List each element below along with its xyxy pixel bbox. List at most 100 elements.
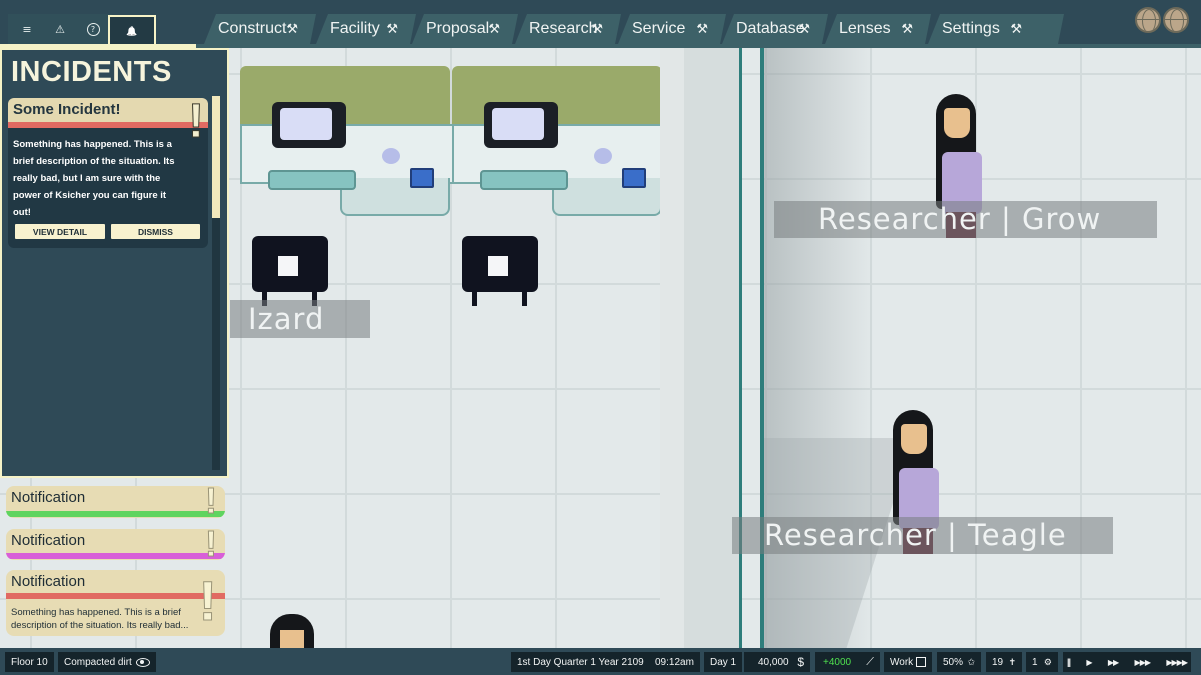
menu-proposal[interactable]: Proposal ⚒	[412, 14, 518, 44]
eye-icon	[135, 657, 150, 667]
notification-label: Notification	[11, 532, 86, 549]
monitor-icon	[484, 102, 558, 148]
menu-facility[interactable]: Facility ⚒	[316, 14, 416, 44]
menu-database[interactable]: Database ⚒	[722, 14, 828, 44]
hammer-wrench-icon: ⚒	[488, 21, 500, 36]
sprite-face	[280, 630, 304, 648]
exclamation-icon: !	[205, 529, 218, 560]
alert-count-value: 1	[1032, 656, 1038, 668]
person-icon: ✝	[1008, 656, 1016, 667]
top-menu-bar: ≡ ⚠ ? 🔔 Construct ⚒ Facility ⚒ Proposal ⚒ R…	[0, 0, 1201, 48]
incident-title: Some Incident!	[13, 101, 121, 118]
menu-label: Lenses	[839, 20, 891, 37]
income-display: +4000 ⟋	[815, 652, 880, 672]
sprite-face	[944, 108, 970, 138]
warning-icon: ⚠	[55, 22, 65, 36]
star-icon: ✩	[967, 656, 975, 667]
pause-icon[interactable]: ||	[1067, 657, 1071, 667]
incident-description: Something has happened. This is a brief …	[13, 139, 175, 218]
hammer-wrench-icon: ⚒	[591, 21, 603, 36]
faster-forward-icon[interactable]: ▶▶▶	[1135, 658, 1152, 667]
hammer-wrench-icon: ⚒	[798, 21, 810, 36]
research-desk[interactable]	[240, 66, 454, 216]
name-tag-researcher-grow: Researcher | Grow	[774, 201, 1157, 238]
notification-description: Something has happened. This is a brief …	[11, 607, 189, 631]
menu-settings[interactable]: Settings ⚒	[928, 14, 1064, 44]
list-icon: ≡	[22, 22, 32, 36]
exclamation-icon: !	[205, 486, 218, 518]
dollar-icon: $	[797, 655, 804, 669]
bell-icon: 🔔	[126, 27, 138, 37]
mode-label: Work	[890, 656, 914, 668]
percent-value: 50%	[943, 656, 964, 668]
menu-label: Settings	[942, 20, 1000, 37]
corridor	[684, 48, 742, 648]
keyboard-icon	[268, 170, 356, 190]
tab-connector	[0, 44, 196, 50]
speed-controls: || ▶ ▶▶ ▶▶▶ ▶▶▶▶	[1063, 652, 1191, 672]
keyboard-icon	[480, 170, 568, 190]
gear-icon: ⚙	[1043, 656, 1052, 667]
staff-count-value: 19	[992, 656, 1004, 668]
help-tab[interactable]: ?	[74, 14, 112, 44]
menu-construct[interactable]: Construct ⚒	[204, 14, 316, 44]
notification-card[interactable]: Notification !	[6, 529, 225, 560]
menu-research[interactable]: Research ⚒	[515, 14, 621, 44]
globe-icon	[1135, 7, 1161, 33]
office-chair[interactable]	[252, 236, 328, 306]
play-icon[interactable]: ▶	[1086, 658, 1092, 667]
exclamation-icon: !	[188, 98, 205, 148]
chair-leg	[472, 292, 477, 306]
incident-card[interactable]: Some Incident! ! Something has happened.…	[8, 98, 208, 248]
mode-display[interactable]: Work	[884, 652, 932, 672]
incident-severity-bar	[8, 122, 208, 128]
percent-display: 50% ✩	[937, 652, 981, 672]
office-chair[interactable]	[462, 236, 538, 306]
game-logo[interactable]	[1135, 4, 1189, 40]
menu-label: Construct	[218, 20, 287, 37]
menu-service[interactable]: Service ⚒	[618, 14, 726, 44]
sprite-face	[901, 424, 927, 454]
dismiss-button[interactable]: DISMISS	[111, 224, 200, 239]
view-detail-button[interactable]: VIEW DETAIL	[15, 224, 105, 239]
terrain-indicator[interactable]: Compacted dirt	[58, 652, 156, 672]
money-value: 40,000	[758, 656, 789, 668]
bottom-status-bar: Floor 10 Compacted dirt 1st Day Quarter …	[0, 648, 1201, 675]
calendar-icon	[916, 657, 926, 667]
notification-card[interactable]: Notification ! Something has happened. T…	[6, 570, 225, 636]
mug-icon	[594, 148, 612, 164]
day-display: Day 1	[704, 652, 743, 672]
date-display: 1st Day Quarter 1 Year 2109	[511, 652, 650, 672]
trend-up-icon: ⟋	[866, 655, 874, 668]
mug-icon	[382, 148, 400, 164]
notification-color-bar	[6, 593, 225, 599]
notification-label: Notification	[11, 573, 86, 590]
fast-forward-icon[interactable]: ▶▶	[1108, 658, 1119, 667]
menu-label: Research	[529, 20, 598, 37]
scrollbar-thumb[interactable]	[212, 96, 220, 218]
device-icon	[410, 168, 434, 188]
menu-label: Facility	[330, 20, 380, 37]
hammer-wrench-icon: ⚒	[386, 21, 398, 36]
notification-label: Notification	[11, 489, 86, 506]
incidents-title: INCIDENTS	[11, 56, 172, 88]
menu-lenses[interactable]: Lenses ⚒	[825, 14, 931, 44]
floor-indicator[interactable]: Floor 10	[5, 652, 54, 672]
research-desk[interactable]	[452, 66, 666, 216]
chair-leg	[522, 292, 527, 306]
chair-seat	[278, 256, 298, 276]
hammer-wrench-icon: ⚒	[696, 21, 708, 36]
incidents-tab[interactable]: 🔔	[108, 15, 156, 47]
wall-column	[660, 48, 684, 648]
chair-seat	[488, 256, 508, 276]
money-display: 40,000 $	[744, 652, 810, 672]
menu-label: Proposal	[426, 20, 490, 37]
terrain-label: Compacted dirt	[64, 656, 132, 668]
menu-label: Database	[736, 20, 805, 37]
hammer-wrench-icon: ⚒	[1010, 21, 1022, 36]
incidents-scrollbar[interactable]	[212, 96, 220, 470]
fastest-forward-icon[interactable]: ▶▶▶▶	[1166, 658, 1188, 667]
person-partial-sprite[interactable]	[270, 614, 314, 648]
alert-count: 1 ⚙	[1026, 652, 1058, 672]
notification-card[interactable]: Notification !	[6, 486, 225, 518]
